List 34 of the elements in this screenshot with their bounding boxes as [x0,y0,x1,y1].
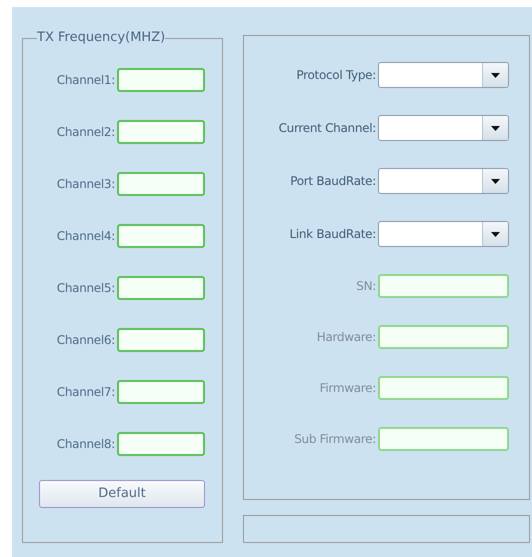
channel-label: Channel3: [56,176,115,193]
dropdown[interactable] [378,221,509,247]
group-title: TX Frequency(MHZ) [37,30,166,46]
field-label: Firmware: [318,380,376,397]
input-field[interactable] [117,224,205,248]
input-field[interactable] [117,120,205,144]
input-field[interactable] [117,380,205,404]
dropdown[interactable] [378,62,509,88]
field-label: SN: [355,278,376,295]
channel-label: Channel1: [56,72,115,89]
channel-label: Channel7: [56,384,115,401]
field-label: Port BaudRate: [289,173,376,190]
input-field[interactable] [117,276,205,300]
field-label: Protocol Type: [295,67,376,84]
channel-label: Channel5: [56,280,115,297]
channel-label: Channel6: [56,332,115,349]
default-button[interactable]: Default [39,480,205,508]
channel-label: Channel8: [56,436,115,453]
caret-icon [491,72,500,78]
caret-icon [491,178,500,184]
channel-label: Channel4: [56,228,115,245]
field-label: Hardware: [316,329,376,346]
field-label: Link BaudRate: [288,226,376,243]
input-field[interactable] [117,172,205,196]
field-label: Sub Firmware: [293,431,376,448]
input-field[interactable] [117,68,205,92]
caret-icon [491,232,500,236]
input-field[interactable] [117,432,205,456]
dropdown[interactable] [378,168,509,194]
caret-icon [491,126,500,130]
dropdown[interactable] [378,115,509,141]
channel-label: Channel2: [56,124,115,141]
input-field[interactable] [117,328,205,352]
field-label: Current Channel: [278,120,376,137]
